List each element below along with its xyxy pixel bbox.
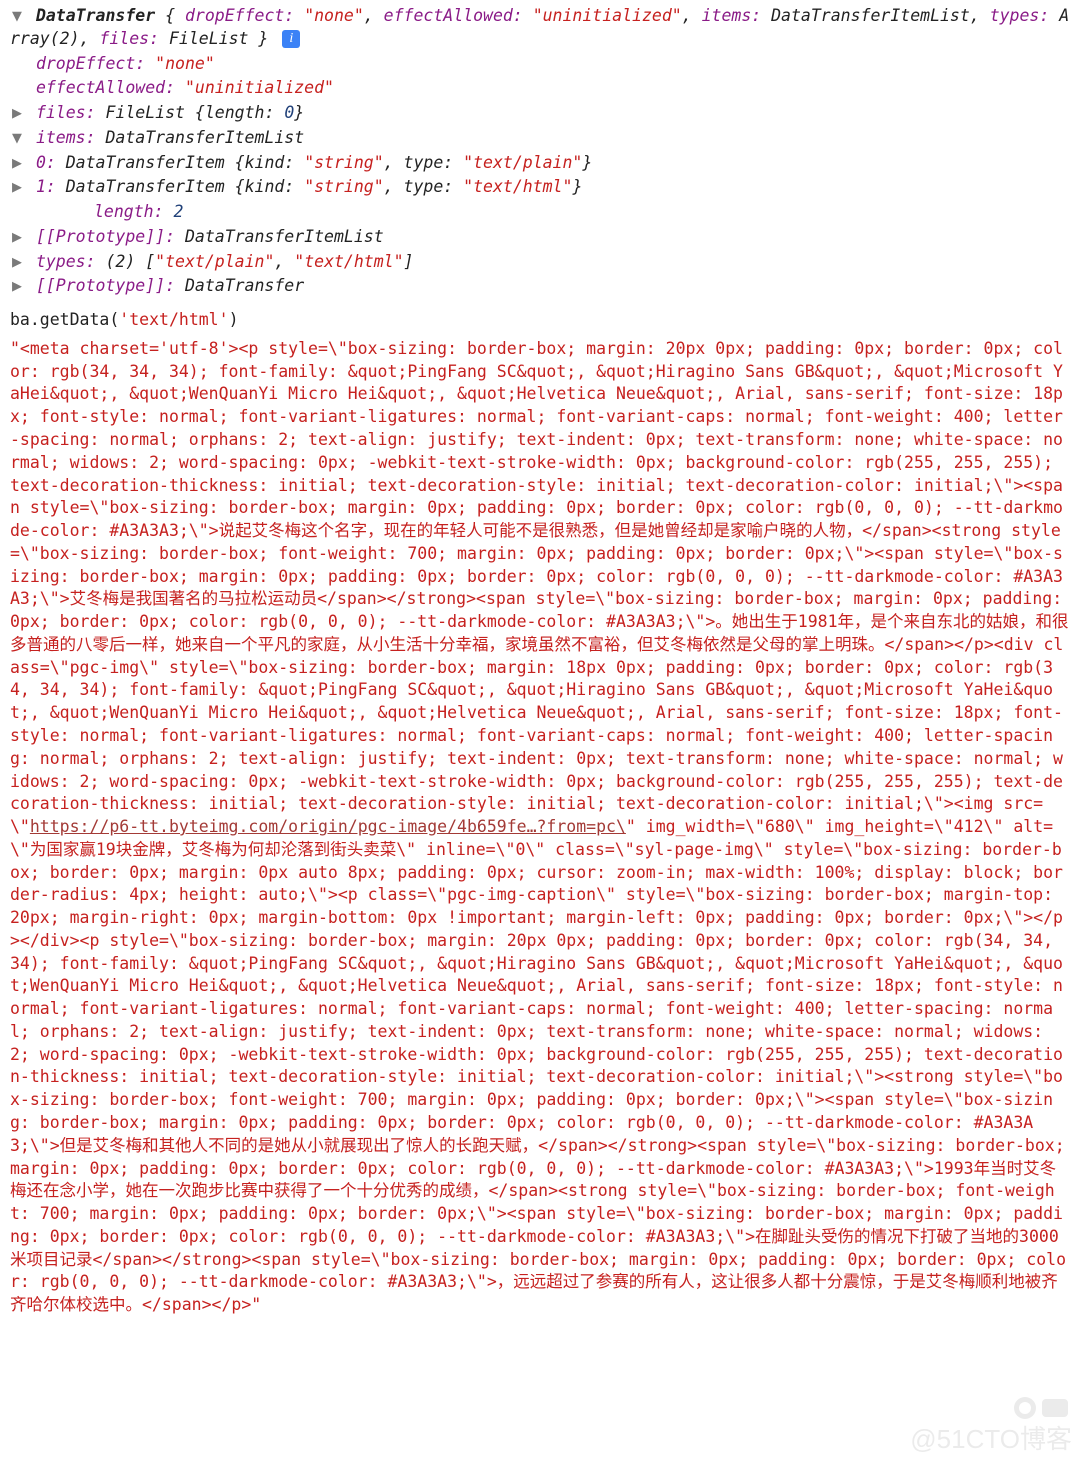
- chevron-right-icon[interactable]: ▶: [10, 275, 24, 298]
- chevron-down-icon[interactable]: ▼: [10, 127, 24, 150]
- watermark-text: @51CTO博客: [910, 1422, 1072, 1458]
- prop-types[interactable]: ▶ types: (2) ["text/plain", "text/html"]: [10, 250, 1070, 275]
- expand-icon[interactable]: ▼: [10, 5, 24, 28]
- console-command[interactable]: ba.getData('text/html'): [10, 305, 1070, 338]
- class-name: DataTransfer: [36, 6, 155, 25]
- result-text-pre: "<meta charset='utf-8'><p style=\"box-si…: [10, 339, 1069, 836]
- object-tree: ▼ DataTransfer { dropEffect: "none", eff…: [10, 4, 1070, 299]
- object-summary-row[interactable]: ▼ DataTransfer { dropEffect: "none", eff…: [10, 4, 1070, 52]
- console-result[interactable]: "<meta charset='utf-8'><p style=\"box-si…: [10, 338, 1070, 1317]
- chevron-right-icon[interactable]: ▶: [10, 152, 24, 175]
- prop-files[interactable]: ▶ files: FileList {length: 0}: [10, 101, 1070, 126]
- prop-prototype[interactable]: ▶ [[Prototype]]: DataTransfer: [10, 274, 1070, 299]
- prop-items[interactable]: ▼ items: DataTransferItemList: [10, 126, 1070, 151]
- chevron-right-icon[interactable]: ▶: [10, 251, 24, 274]
- items-row-1[interactable]: ▶ 1: DataTransferItem {kind: "string", t…: [10, 175, 1070, 200]
- info-icon[interactable]: i: [282, 30, 300, 48]
- items-length: length: 2: [10, 200, 1070, 225]
- chevron-right-icon[interactable]: ▶: [10, 226, 24, 249]
- result-text-post: " img_width=\"680\" img_height=\"412\" a…: [10, 817, 1066, 1314]
- prop-dropeffect[interactable]: ▶ dropEffect: "none": [10, 52, 1070, 77]
- prop-effectallowed[interactable]: ▶ effectAllowed: "uninitialized": [10, 76, 1070, 101]
- items-prototype[interactable]: ▶ [[Prototype]]: DataTransferItemList: [10, 225, 1070, 250]
- watermark-logo-icon: [1012, 1395, 1072, 1428]
- items-row-0[interactable]: ▶ 0: DataTransferItem {kind: "string", t…: [10, 151, 1070, 176]
- image-url-link[interactable]: https://p6-tt.byteimg.com/origin/pgc-ima…: [30, 817, 626, 836]
- chevron-right-icon[interactable]: ▶: [10, 176, 24, 199]
- chevron-right-icon[interactable]: ▶: [10, 102, 24, 125]
